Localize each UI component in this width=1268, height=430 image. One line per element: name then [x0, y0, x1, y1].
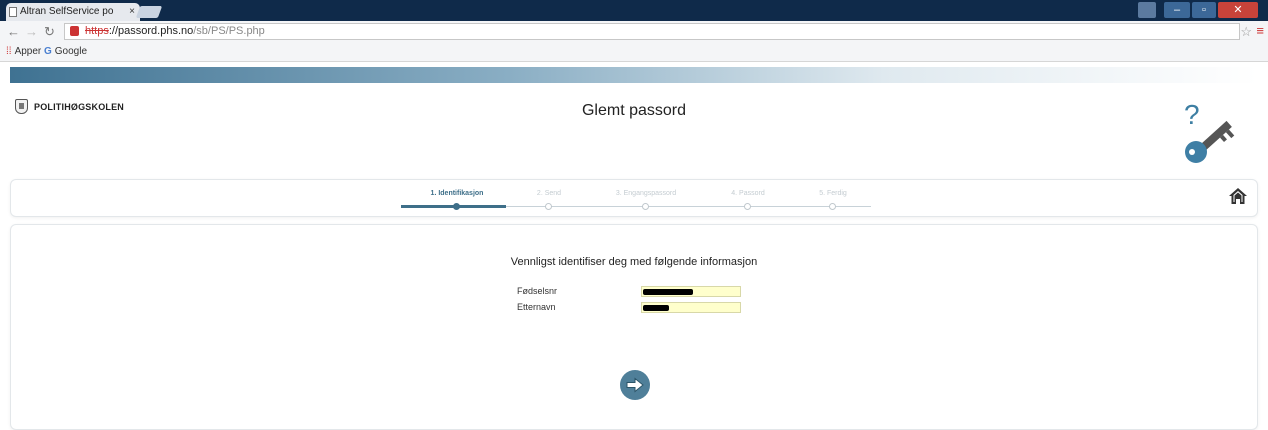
- tab-title: Altran SelfService po: [20, 6, 114, 17]
- home-icon[interactable]: [1228, 186, 1248, 206]
- tab-close-icon[interactable]: ×: [129, 6, 135, 17]
- maximize-button[interactable]: ▫: [1192, 2, 1216, 18]
- address-bar[interactable]: https://passord.phs.no/sb/PS/PS.php: [64, 23, 1240, 40]
- bookmark-google[interactable]: G Google: [44, 46, 87, 57]
- bookmarks-bar: ⁞⁞ Apper G Google: [0, 43, 1268, 62]
- page-banner: [10, 67, 1258, 83]
- step-dot: [642, 203, 649, 210]
- reload-icon[interactable]: ↻: [44, 24, 55, 40]
- redaction-mark: [643, 289, 693, 295]
- browser-titlebar: Altran SelfService po × – ▫ ✕: [0, 0, 1268, 21]
- instruction-text: Vennligst identifiser deg med følgende i…: [510, 256, 758, 268]
- step-label: 3. Engangspassord: [615, 190, 677, 197]
- url-path: /sb/PS/PS.php: [193, 25, 265, 37]
- step-label: 5. Ferdig: [819, 190, 847, 197]
- back-arrow-icon[interactable]: ←: [7, 24, 20, 40]
- bookmark-star-icon[interactable]: ☆: [1240, 24, 1252, 40]
- step-dot: [829, 203, 836, 210]
- step-dot: [744, 203, 751, 210]
- last-name-label: Etternavn: [517, 302, 556, 312]
- step-label: 2. Send: [536, 190, 562, 197]
- apps-grid-icon: ⁞⁞: [6, 46, 12, 57]
- url-scheme: https: [85, 25, 109, 37]
- window-controls: – ▫ ✕: [1138, 2, 1258, 18]
- question-key-icon: ?: [1184, 99, 1235, 163]
- step-dot: [545, 203, 552, 210]
- forward-arrow-icon[interactable]: →: [25, 24, 38, 40]
- svg-text:?: ?: [1184, 99, 1200, 130]
- browser-menu-icon[interactable]: ≡: [1256, 23, 1264, 38]
- redaction-mark: [643, 305, 669, 311]
- browser-tab[interactable]: Altran SelfService po ×: [6, 3, 140, 21]
- insecure-lock-icon: [70, 26, 79, 36]
- close-window-button[interactable]: ✕: [1218, 2, 1258, 18]
- steps-panel: [10, 179, 1258, 217]
- bookmark-label: Apper: [14, 46, 42, 57]
- new-tab-button[interactable]: [135, 6, 163, 18]
- bookmark-apps[interactable]: ⁞⁞ Apper: [6, 46, 41, 57]
- page-title: Glemt passord: [581, 102, 687, 119]
- step-label: 1. Identifikasjon: [430, 190, 484, 197]
- birth-number-label: Fødselsnr: [517, 286, 558, 296]
- minimize-button[interactable]: –: [1164, 2, 1190, 18]
- page-favicon-icon: [9, 7, 17, 17]
- arrow-right-circle-icon: [626, 377, 644, 393]
- browser-toolbar: ← → ↻ https://passord.phs.no/sb/PS/PS.ph…: [0, 21, 1268, 43]
- user-profile-icon[interactable]: [1138, 2, 1156, 18]
- google-icon: G: [44, 46, 52, 57]
- bookmark-label: Google: [54, 46, 88, 57]
- next-button[interactable]: [620, 370, 650, 400]
- step-dot: [453, 203, 460, 210]
- url-host: ://passord.phs.no: [108, 25, 194, 37]
